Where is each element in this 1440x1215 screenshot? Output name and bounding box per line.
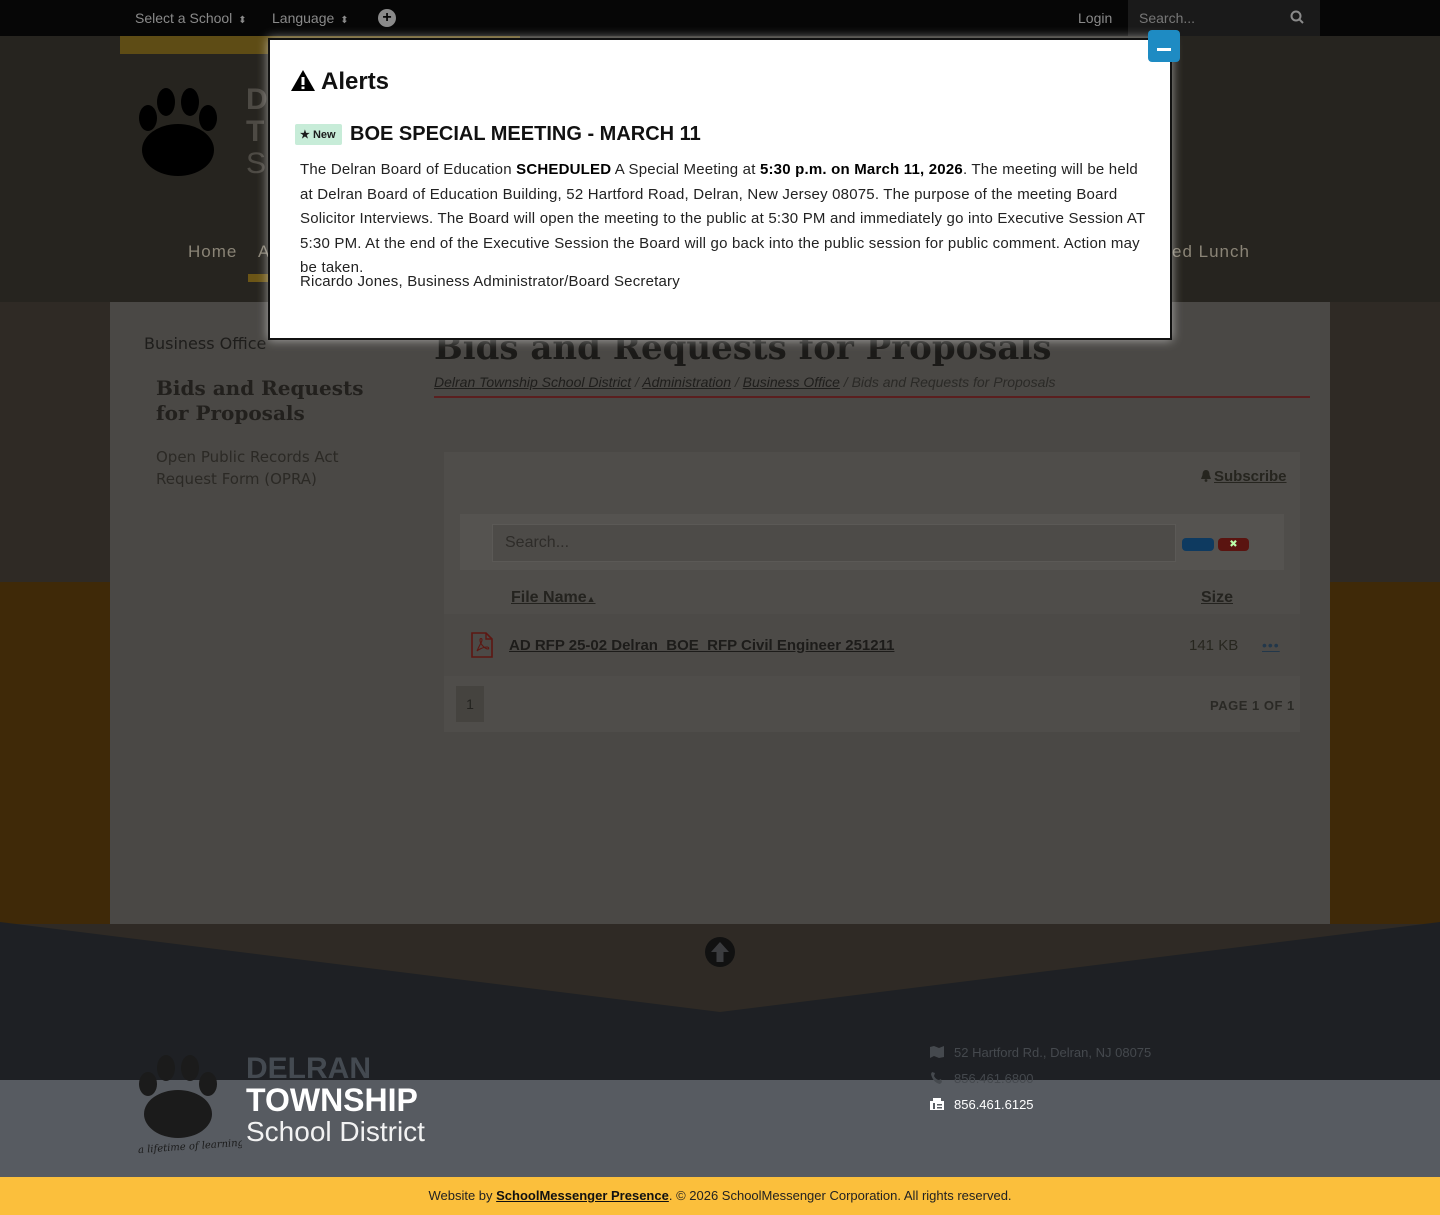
- footer-paw-logo-icon[interactable]: a lifetime of learning: [132, 1044, 242, 1156]
- subscribe-label: Subscribe: [1214, 468, 1287, 485]
- school-select[interactable]: Select a School ⬍: [135, 10, 247, 26]
- alert-body-bold-2: 5:30 p.m. on March 11, 2026: [759, 161, 963, 178]
- more-options-icon[interactable]: •••: [1262, 637, 1280, 653]
- sidebar-item-bids[interactable]: Bids and Requests for Proposals: [156, 376, 386, 426]
- breadcrumb-divider: [434, 396, 1310, 398]
- header-logo-text[interactable]: DTS: [246, 84, 268, 180]
- star-icon: ★: [300, 129, 310, 141]
- footer-address-text: 52 Hartford Rd., Delran, NJ 08075: [954, 1045, 1152, 1060]
- school-select-label: Select a School: [135, 10, 233, 26]
- sidebar-title[interactable]: Business Office: [144, 334, 266, 353]
- warning-icon: [291, 70, 315, 91]
- language-select-label: Language: [272, 10, 335, 26]
- footer-phone[interactable]: 856.461.6800: [930, 1071, 1034, 1086]
- sidebar-item-opra[interactable]: Open Public Records Act Request Form (OP…: [156, 446, 376, 490]
- alerts-heading-label: Alerts: [321, 68, 390, 95]
- sort-arrows-icon: ⬍: [238, 15, 247, 26]
- login-link[interactable]: Login: [1078, 10, 1112, 26]
- schoolmessenger-link[interactable]: SchoolMessenger Presence: [496, 1188, 669, 1203]
- column-header-size[interactable]: Size: [1201, 589, 1233, 607]
- minimize-alerts-button[interactable]: [1148, 30, 1180, 62]
- file-search-input[interactable]: [492, 524, 1176, 562]
- minus-icon: [1157, 48, 1171, 51]
- footer-district-name-1: DELRAN: [246, 1052, 371, 1085]
- language-select[interactable]: Language ⬍: [272, 10, 349, 26]
- nav-item-lunch[interactable]: ed Lunch: [1172, 242, 1250, 262]
- sort-icon: ▲: [586, 594, 596, 604]
- pagination-page-button[interactable]: 1: [456, 686, 484, 722]
- footer-fax: 856.461.6125: [930, 1097, 1034, 1112]
- pagination-status: PAGE 1 OF 1: [1210, 698, 1295, 713]
- alert-body-text-2: A Special Meeting at: [611, 161, 760, 178]
- file-size: 141 KB: [1189, 637, 1239, 654]
- column-header-file-name-label: File Name: [511, 589, 587, 606]
- file-link[interactable]: AD RFP 25-02 Delran_BOE_RFP Civil Engine…: [509, 637, 894, 654]
- footer-address: 52 Hartford Rd., Delran, NJ 08075: [930, 1045, 1151, 1060]
- plus-circle-icon[interactable]: +: [378, 9, 396, 27]
- footer-phone-text: 856.461.6800: [954, 1071, 1034, 1086]
- alert-signature: Ricardo Jones, Business Administrator/Bo…: [300, 273, 680, 290]
- new-badge: ★ New: [295, 124, 342, 145]
- alert-body-text-3: . The meeting will be held at Delran Boa…: [300, 161, 1146, 276]
- breadcrumb-link-district[interactable]: Delran Township School District: [434, 374, 631, 390]
- search-icon[interactable]: [1290, 10, 1304, 24]
- subscribe-button[interactable]: Subscribe: [1200, 468, 1287, 485]
- map-icon: [930, 1046, 944, 1058]
- bell-icon: [1201, 470, 1211, 482]
- breadcrumb-link-administration[interactable]: Administration: [642, 374, 731, 390]
- paw-logo-icon[interactable]: [134, 72, 244, 190]
- pdf-file-icon: [471, 632, 493, 658]
- alerts-heading: Alerts: [290, 68, 389, 96]
- footer-district-name-3: School District: [246, 1116, 425, 1147]
- file-search-button[interactable]: [1182, 538, 1214, 551]
- file-search-clear-button[interactable]: ✖: [1218, 538, 1249, 551]
- breadcrumb-link-business-office[interactable]: Business Office: [743, 374, 840, 390]
- new-badge-label: New: [312, 129, 336, 141]
- footer-credit-suffix: . © 2026 SchoolMessenger Corporation. Al…: [668, 1188, 1012, 1203]
- column-header-file-name[interactable]: File Name▲: [511, 589, 596, 607]
- alert-title: BOE SPECIAL MEETING - MARCH 11: [350, 123, 701, 145]
- nav-active-indicator: [248, 274, 268, 282]
- breadcrumb: Delran Township School District / Admini…: [434, 374, 1056, 390]
- alert-body-text-1: The Delran Board of Education: [300, 161, 517, 178]
- footer-district-name-2: TOWNSHIP: [246, 1082, 418, 1118]
- footer-credit-prefix: Website by: [428, 1188, 497, 1203]
- breadcrumb-current: Bids and Requests for Proposals: [851, 374, 1056, 390]
- phone-icon: [931, 1072, 942, 1084]
- footer-credit: Website by SchoolMessenger Presence. © 2…: [0, 1177, 1440, 1215]
- back-to-top-icon[interactable]: [704, 936, 736, 968]
- nav-home[interactable]: Home: [188, 242, 237, 262]
- footer-logo-tagline: a lifetime of learning: [138, 1138, 242, 1156]
- fax-icon: [930, 1098, 944, 1110]
- alerts-modal: Alerts ★ New BOE SPECIAL MEETING - MARCH…: [268, 38, 1172, 340]
- sort-arrows-icon: ⬍: [340, 15, 349, 26]
- footer-fax-text: 856.461.6125: [954, 1097, 1034, 1112]
- alert-body: The Delran Board of Education SCHEDULED …: [300, 158, 1146, 281]
- alert-body-bold-1: SCHEDULED: [516, 161, 612, 178]
- utility-bar: Select a School ⬍ Language ⬍ + Login: [0, 0, 1440, 36]
